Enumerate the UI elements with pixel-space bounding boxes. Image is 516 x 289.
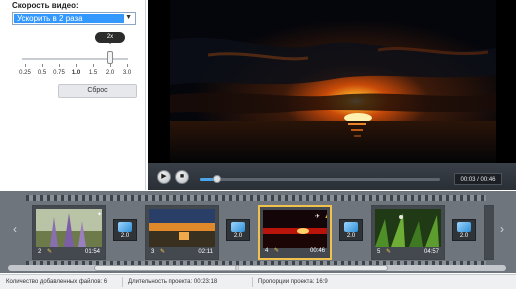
- storyboard-scroll-thumb[interactable]: |||: [94, 265, 388, 271]
- clip-number: 2: [38, 249, 42, 255]
- transition-duration: 2.0: [346, 233, 356, 239]
- clip-thumbnail: ✈ ▲: [263, 210, 327, 248]
- sunset-thumbnail: ✈ ▲: [263, 210, 327, 248]
- sunset-video-image: [148, 0, 516, 163]
- time-display: 00:03 / 00:46: [454, 173, 502, 185]
- clip-number: 3: [151, 249, 155, 255]
- svg-text:✦: ✦: [97, 211, 102, 218]
- video-preview: ▶ ■ 00:03 / 00:46: [148, 0, 516, 190]
- scale-label: 3.0: [122, 70, 132, 76]
- edit-icon[interactable]: ✎: [160, 247, 165, 257]
- speed-settings-panel: Скорость видео: Ускорить в 2 раза ▼ 2x 0…: [0, 0, 146, 190]
- speed-label: Скорость видео:: [12, 1, 79, 10]
- speed-tooltip: 2x: [95, 32, 125, 44]
- scale-label: 0.75: [53, 70, 65, 76]
- transition-3[interactable]: 2.0: [339, 219, 363, 241]
- scale-label: 0.5: [37, 70, 47, 76]
- chevron-down-icon[interactable]: ▼: [125, 14, 132, 21]
- flowers-thumbnail: ✦: [36, 209, 102, 247]
- clip-thumbnail: ✦: [36, 209, 102, 247]
- clip-duration: 01:54: [84, 249, 100, 255]
- clip-meta: 5 ✎ 04:57: [375, 247, 441, 257]
- clip-thumbnail: [149, 209, 215, 247]
- scale-label: 1.0: [71, 70, 81, 76]
- transition-icon: [344, 222, 358, 232]
- clip-duration: 02:11: [198, 249, 213, 255]
- transition-1[interactable]: 2.0: [113, 219, 137, 241]
- speed-dropdown[interactable]: Ускорить в 2 раза ▼: [12, 12, 136, 25]
- clip-partial[interactable]: [484, 205, 494, 260]
- clip-5[interactable]: 5 ✎ 04:57: [371, 205, 445, 260]
- transition-4[interactable]: 2.0: [452, 219, 476, 241]
- transition-icon: [118, 222, 132, 232]
- project-duration: Длительность проекта: 00:23:18: [128, 279, 218, 285]
- grass-thumbnail: [375, 209, 441, 247]
- player-controls: ▶ ■ 00:03 / 00:46: [148, 163, 516, 190]
- edit-icon[interactable]: ✎: [274, 246, 279, 256]
- lake-sunset-thumbnail: [149, 209, 215, 247]
- reset-button[interactable]: Сброс: [58, 84, 137, 98]
- stop-button[interactable]: ■: [175, 170, 189, 184]
- play-icon: ▶: [161, 173, 167, 180]
- clip-meta: 4 ✎ 00:46: [263, 246, 327, 256]
- svg-text:▲: ▲: [324, 214, 327, 220]
- files-count: Количество добавленных файлов: 6: [6, 279, 108, 285]
- transition-duration: 2.0: [459, 233, 469, 239]
- scale-label: 0.25: [19, 70, 31, 76]
- scale-label: 1.5: [88, 70, 98, 76]
- status-bar: Количество добавленных файлов: 6 Длитель…: [0, 274, 516, 289]
- storyboard-scrollbar[interactable]: |||: [8, 265, 506, 271]
- playback-progress[interactable]: [200, 175, 440, 183]
- scroll-left-icon[interactable]: ‹: [10, 219, 20, 239]
- grip-icon: |||: [235, 265, 239, 271]
- storyboard: ‹ › ✦ 2 ✎ 01:54 2.0 3 ✎ 02:11 2.0 ✈ ▲ 4 …: [0, 191, 516, 273]
- speed-slider-thumb[interactable]: [107, 51, 113, 64]
- clip-number: 5: [377, 249, 381, 255]
- play-button[interactable]: ▶: [157, 170, 171, 184]
- transition-duration: 2.0: [233, 233, 243, 239]
- transition-duration: 2.0: [120, 233, 130, 239]
- stop-icon: ■: [179, 173, 185, 180]
- transition-icon: [457, 222, 471, 232]
- clip-thumbnail: [375, 209, 441, 247]
- clip-3[interactable]: 3 ✎ 02:11: [145, 205, 219, 260]
- status-divider: [252, 277, 253, 287]
- transition-icon: [231, 222, 245, 232]
- video-frame[interactable]: [148, 0, 516, 163]
- clip-meta: 3 ✎ 02:11: [149, 247, 215, 257]
- clip-duration: 00:46: [309, 248, 325, 254]
- edit-icon[interactable]: ✎: [47, 247, 52, 257]
- scale-label: 2.0: [105, 70, 115, 76]
- clip-meta: 2 ✎ 01:54: [36, 247, 102, 257]
- project-ratio: Пропорции проекта: 16:9: [258, 279, 328, 285]
- edit-icon[interactable]: ✎: [386, 247, 391, 257]
- status-divider: [122, 277, 123, 287]
- clip-2[interactable]: ✦ 2 ✎ 01:54: [32, 205, 106, 260]
- transition-2[interactable]: 2.0: [226, 219, 250, 241]
- clip-duration: 04:57: [423, 249, 439, 255]
- svg-text:✈: ✈: [315, 213, 320, 220]
- progress-knob[interactable]: [212, 175, 221, 183]
- film-strip-top: [26, 195, 486, 201]
- scroll-right-icon[interactable]: ›: [497, 219, 507, 239]
- clip-number: 4: [265, 248, 269, 254]
- speed-dropdown-value: Ускорить в 2 раза: [14, 14, 124, 23]
- clip-4[interactable]: ✈ ▲ 4 ✎ 00:46: [258, 205, 332, 260]
